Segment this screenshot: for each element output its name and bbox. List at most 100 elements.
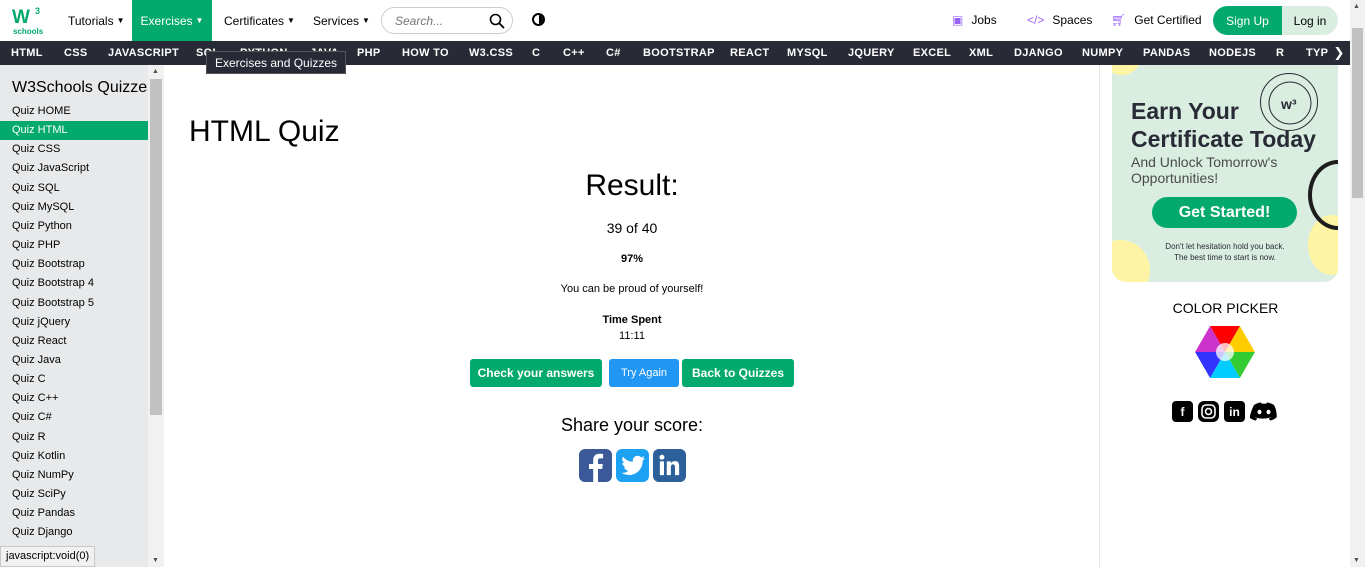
subnav-item[interactable]: REACT	[730, 41, 769, 65]
get-started-button[interactable]: Get Started!	[1152, 197, 1297, 228]
sidebar-quiz-item[interactable]: Quiz Kotlin	[0, 447, 148, 466]
sidebar-title: W3Schools Quizzes	[12, 79, 156, 96]
score-percent: 97%	[620, 253, 644, 265]
sidebar-quiz-item[interactable]: Quiz React	[0, 332, 148, 351]
result-message: You can be proud of yourself!	[560, 283, 704, 295]
sidebar-quiz-item[interactable]: Quiz CSS	[0, 140, 148, 159]
sidebar-quiz-item[interactable]: Quiz Bootstrap	[0, 255, 148, 274]
subnav-item[interactable]: EXCEL	[913, 41, 951, 65]
discord-icon[interactable]	[1250, 401, 1278, 422]
spaces-link[interactable]: </> Spaces	[1027, 13, 1092, 27]
nav-services[interactable]: Services ▼	[313, 0, 370, 41]
subnav-item[interactable]: PHP	[357, 41, 381, 65]
browser-status-bar: javascript:void(0)	[0, 546, 96, 567]
twitter-share-icon[interactable]	[616, 449, 649, 482]
nav-certificates[interactable]: Certificates ▼	[224, 0, 295, 41]
subnav-item[interactable]: HOW TO	[402, 41, 449, 65]
jobs-link[interactable]: ▣ Jobs	[952, 13, 997, 27]
sidebar-quiz-item[interactable]: Quiz Bootstrap 5	[0, 294, 148, 313]
subnav-item[interactable]: HTML	[11, 41, 43, 65]
subnav-item[interactable]: R	[1276, 41, 1284, 65]
w3schools-logo[interactable]: W 3 schools	[12, 4, 46, 36]
ad-subtitle: And Unlock Tomorrow's Opportunities!	[1131, 154, 1277, 186]
subnav-item[interactable]: C	[532, 41, 540, 65]
exercises-tooltip: Exercises and Quizzes	[206, 51, 347, 74]
log-in-button[interactable]: Log in	[1282, 6, 1338, 35]
sidebar-quiz-item[interactable]: Quiz HOME	[0, 102, 148, 121]
subnav-item[interactable]: NUMPY	[1082, 41, 1123, 65]
tutorial-subnav: HTML CSS JAVASCRIPT SQL PYTHON JAVA PHP …	[0, 41, 1350, 65]
facebook-icon[interactable]: f	[1172, 401, 1193, 422]
nav-tutorials[interactable]: Tutorials ▼	[58, 0, 135, 41]
subnav-item[interactable]: JQUERY	[848, 41, 895, 65]
sidebar-quiz-item[interactable]: Quiz MySQL	[0, 198, 148, 217]
check-answers-button[interactable]: Check your answers	[470, 359, 602, 387]
sidebar-quiz-item[interactable]: Quiz Python	[0, 217, 148, 236]
page-scroll-thumb[interactable]	[1352, 28, 1363, 198]
sidebar-quiz-item[interactable]: Quiz Pandas	[0, 504, 148, 523]
subnav-item[interactable]: CSS	[64, 41, 88, 65]
sidebar-scroll-thumb[interactable]	[150, 79, 162, 415]
facebook-share-icon[interactable]	[579, 449, 612, 482]
linkedin-icon[interactable]: in	[1224, 401, 1245, 422]
sidebar-quiz-item[interactable]: Quiz Java	[0, 351, 148, 370]
try-again-button[interactable]: Try Again	[609, 359, 679, 387]
time-spent-label: Time Spent	[602, 314, 662, 326]
nav-exercises-label: Exercises	[140, 13, 193, 28]
scroll-up-icon[interactable]: ▲	[152, 68, 159, 75]
ad-decoration	[1112, 65, 1142, 75]
subnav-item[interactable]: MYSQL	[787, 41, 828, 65]
linkedin-share-icon[interactable]	[653, 449, 686, 482]
nav-exercises[interactable]: Exercises ▼	[132, 0, 212, 41]
caret-down-icon: ▼	[116, 16, 125, 25]
sidebar-quiz-item[interactable]: Quiz PHP	[0, 236, 148, 255]
subnav-item[interactable]: DJANGO	[1014, 41, 1063, 65]
get-certified-link[interactable]: 🛒︎ Get Certified	[1111, 13, 1202, 27]
subnav-item[interactable]: C++	[563, 41, 585, 65]
subnav-item[interactable]: PANDAS	[1143, 41, 1190, 65]
sidebar-quiz-item[interactable]: Quiz R	[0, 428, 148, 447]
scroll-down-icon[interactable]: ▼	[152, 557, 159, 564]
search-icon[interactable]	[489, 13, 505, 29]
subnav-item[interactable]: TYP	[1306, 41, 1328, 65]
subnav-item[interactable]: NODEJS	[1209, 41, 1256, 65]
sidebar-quiz-item[interactable]: Quiz C#	[0, 408, 148, 427]
nav-tutorials-label: Tutorials	[68, 13, 114, 28]
sidebar-quiz-item[interactable]: Quiz SQL	[0, 179, 148, 198]
sidebar-quiz-item[interactable]: Quiz HTML	[0, 121, 148, 141]
scroll-up-icon[interactable]: ▲	[1353, 3, 1360, 10]
sidebar-quiz-item[interactable]: Quiz jQuery	[0, 313, 148, 332]
main-content: HTML Quiz Result: 39 of 40 97% You can b…	[164, 65, 1099, 567]
chevron-right-icon[interactable]: ❯	[1328, 41, 1350, 65]
sidebar-quiz-item[interactable]: Quiz Django	[0, 523, 148, 542]
subnav-item[interactable]: W3.CSS	[469, 41, 513, 65]
ad-subtitle-line1: And Unlock Tomorrow's	[1131, 154, 1278, 170]
back-to-quizzes-button[interactable]: Back to Quizzes	[682, 359, 794, 387]
subnav-item[interactable]: BOOTSTRAP	[643, 41, 715, 65]
quiz-sidebar: W3Schools Quizzes Quiz HOME Quiz HTML Quiz…	[0, 65, 164, 567]
sidebar-quiz-item[interactable]: Quiz Bootstrap 4	[0, 274, 148, 293]
sidebar-quiz-item[interactable]: Quiz JavaScript	[0, 159, 148, 178]
sidebar-quiz-item[interactable]: Quiz SciPy	[0, 485, 148, 504]
page-scrollbar[interactable]: ▲ ▼	[1350, 0, 1365, 567]
sidebar-scrollbar[interactable]: ▲ ▼	[148, 65, 164, 567]
ad-headline-line1: Earn Your	[1131, 98, 1239, 124]
sidebar-quiz-item[interactable]: Quiz C	[0, 370, 148, 389]
subnav-item[interactable]: XML	[969, 41, 993, 65]
ad-footnote-line2: The best time to start is now.	[1174, 253, 1276, 262]
share-buttons	[579, 449, 686, 482]
color-picker-title: COLOR PICKER	[1172, 300, 1279, 316]
instagram-icon[interactable]	[1198, 401, 1219, 422]
dark-mode-toggle-icon[interactable]	[532, 13, 545, 26]
sign-up-button[interactable]: Sign Up	[1213, 6, 1282, 35]
search-input[interactable]: Search...	[381, 7, 513, 34]
subnav-item[interactable]: C#	[606, 41, 621, 65]
certificate-ad[interactable]: w³ Earn Your Certificate Today And Unloc…	[1112, 65, 1338, 282]
scroll-down-icon[interactable]: ▼	[1353, 557, 1360, 564]
sidebar-quiz-item[interactable]: Quiz C++	[0, 389, 148, 408]
ad-footnote: Don't let hesitation hold you back. The …	[1112, 241, 1338, 263]
subnav-item[interactable]: JAVASCRIPT	[108, 41, 179, 65]
color-picker-icon[interactable]	[1195, 326, 1255, 378]
sidebar-quiz-item[interactable]: Quiz NumPy	[0, 466, 148, 485]
spaces-label: Spaces	[1052, 13, 1093, 27]
